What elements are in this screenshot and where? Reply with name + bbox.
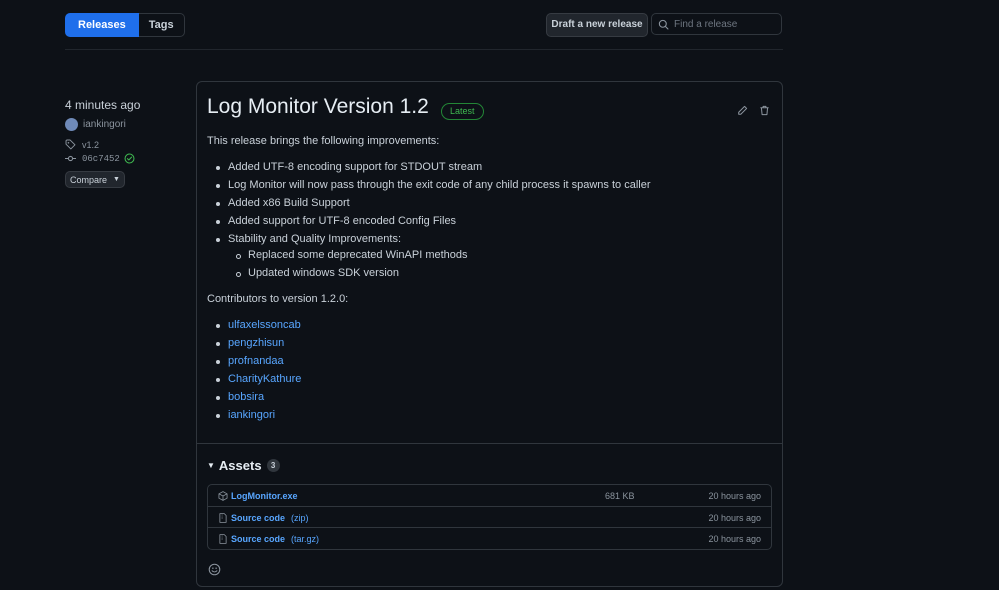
- contributors-heading: Contributors to version 1.2.0:: [207, 293, 349, 305]
- asset-row: LogMonitor.exe 681 KB 20 hours ago: [208, 485, 771, 506]
- release-commit[interactable]: 06c7452: [65, 153, 141, 164]
- sub-list-item: Updated windows SDK version: [235, 267, 400, 279]
- list-item: Log Monitor will now pass through the ex…: [216, 179, 651, 191]
- find-release-search[interactable]: [651, 13, 782, 35]
- smiley-icon[interactable]: [208, 563, 221, 576]
- header-divider: [65, 49, 783, 50]
- assets-count-badge: 3: [266, 459, 280, 472]
- asset-link[interactable]: Source code (tar.gz): [231, 534, 319, 544]
- asset-link[interactable]: LogMonitor.exe: [231, 491, 298, 501]
- card-divider: [196, 443, 783, 444]
- tab-tags[interactable]: Tags: [138, 13, 185, 37]
- search-input[interactable]: [674, 18, 779, 30]
- avatar: [65, 118, 78, 131]
- commit-icon: [65, 155, 76, 162]
- release-author[interactable]: iankingori: [65, 118, 126, 131]
- compare-button[interactable]: Compare ▼: [65, 171, 125, 188]
- list-item: Added support for UTF-8 encoded Config F…: [215, 215, 457, 227]
- tag-label[interactable]: v1.2: [82, 140, 99, 150]
- contributor-link[interactable]: profnandaa: [216, 355, 284, 367]
- chevron-down-icon: ▼: [113, 176, 120, 183]
- asset-row: Source code (zip) 20 hours ago: [208, 506, 771, 528]
- package-icon: [218, 490, 228, 501]
- contributor-link[interactable]: bobsira: [215, 391, 264, 403]
- trash-icon[interactable]: [759, 105, 770, 116]
- author-name[interactable]: iankingori: [83, 119, 126, 130]
- asset-time: 20 hours ago: [708, 533, 761, 544]
- asset-row: Source code (tar.gz) 20 hours ago: [208, 527, 771, 549]
- contributor-link[interactable]: pengzhisun: [215, 337, 284, 349]
- file-zip-icon: [219, 512, 227, 523]
- contributor-link[interactable]: ulfaxelssoncab: [216, 319, 301, 331]
- list-item: Added x86 Build Support: [216, 197, 350, 209]
- assets-heading: Assets: [218, 458, 262, 473]
- compare-label: Compare: [70, 174, 108, 185]
- list-item: Added UTF-8 encoding support for STDOUT …: [215, 161, 483, 173]
- assets-toggle[interactable]: ▼ Assets 3: [207, 458, 280, 473]
- commit-hash[interactable]: 06c7452: [82, 154, 120, 164]
- release-tag[interactable]: v1.2: [65, 139, 99, 150]
- release-intro: This release brings the following improv…: [207, 135, 440, 147]
- list-item: Stability and Quality Improvements:: [215, 233, 402, 245]
- asset-time: 20 hours ago: [708, 490, 761, 501]
- asset-link[interactable]: Source code (zip): [231, 513, 309, 523]
- sub-list-item: Replaced some deprecated WinAPI methods: [236, 249, 468, 261]
- contributor-link[interactable]: CharityKathure: [215, 373, 301, 385]
- triangle-down-icon: ▼: [207, 461, 215, 470]
- asset-time: 20 hours ago: [708, 512, 761, 523]
- assets-table: LogMonitor.exe 681 KB 20 hours ago Sourc…: [207, 484, 772, 550]
- tag-icon: [65, 139, 76, 150]
- search-icon: [658, 19, 669, 30]
- release-time: 4 minutes ago: [65, 98, 141, 112]
- latest-badge: Latest: [441, 103, 484, 120]
- pencil-icon[interactable]: [737, 105, 748, 116]
- contributor-link[interactable]: iankingori: [215, 409, 275, 421]
- file-zip-icon: [219, 533, 227, 544]
- draft-release-button[interactable]: Draft a new release: [546, 13, 648, 37]
- release-tabs: Releases Tags: [65, 13, 185, 37]
- asset-size: 681 KB: [605, 490, 635, 501]
- verified-check-icon: [124, 153, 135, 164]
- tab-releases[interactable]: Releases: [65, 13, 139, 37]
- release-title[interactable]: Log Monitor Version 1.2: [207, 95, 429, 119]
